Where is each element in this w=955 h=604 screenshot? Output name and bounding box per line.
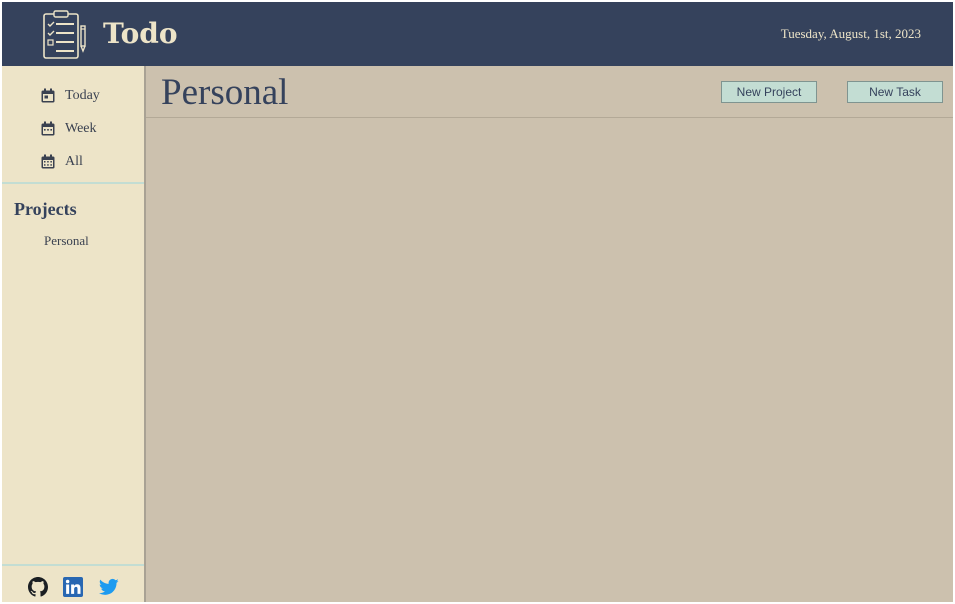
app-header: Todo Tuesday, August, 1st, 2023 [2, 2, 953, 66]
main-content: Personal New Project New Task [146, 66, 953, 602]
page-title: Personal [161, 72, 289, 113]
calendar-week-icon [40, 121, 56, 137]
sidebar-item-label: Today [65, 88, 100, 103]
new-task-button[interactable]: New Task [847, 81, 943, 103]
sidebar-item-all[interactable]: All [40, 152, 83, 172]
projects-heading: Projects [14, 199, 77, 219]
current-date: Tuesday, August, 1st, 2023 [780, 26, 921, 41]
calendar-month-icon [40, 154, 56, 170]
project-header: Personal New Project New Task [146, 66, 953, 118]
social-links [2, 564, 144, 602]
twitter-icon[interactable] [99, 577, 119, 597]
sidebar-item-label: Week [65, 121, 97, 136]
checklist-clipboard-icon [42, 10, 88, 60]
calendar-day-icon [40, 88, 56, 104]
app-title: Todo [103, 17, 178, 50]
sidebar-item-label: All [65, 154, 83, 169]
sidebar-divider [2, 182, 144, 184]
github-icon[interactable] [28, 577, 48, 597]
sidebar-item-today[interactable]: Today [40, 86, 100, 106]
linkedin-icon[interactable] [63, 577, 83, 597]
sidebar-item-week[interactable]: Week [40, 119, 97, 139]
sidebar: Today Week All Projects Personal [2, 66, 146, 602]
new-project-button[interactable]: New Project [721, 81, 817, 103]
todo-app: Todo Tuesday, August, 1st, 2023 Today We… [2, 2, 953, 602]
sidebar-project-personal[interactable]: Personal [44, 233, 89, 249]
